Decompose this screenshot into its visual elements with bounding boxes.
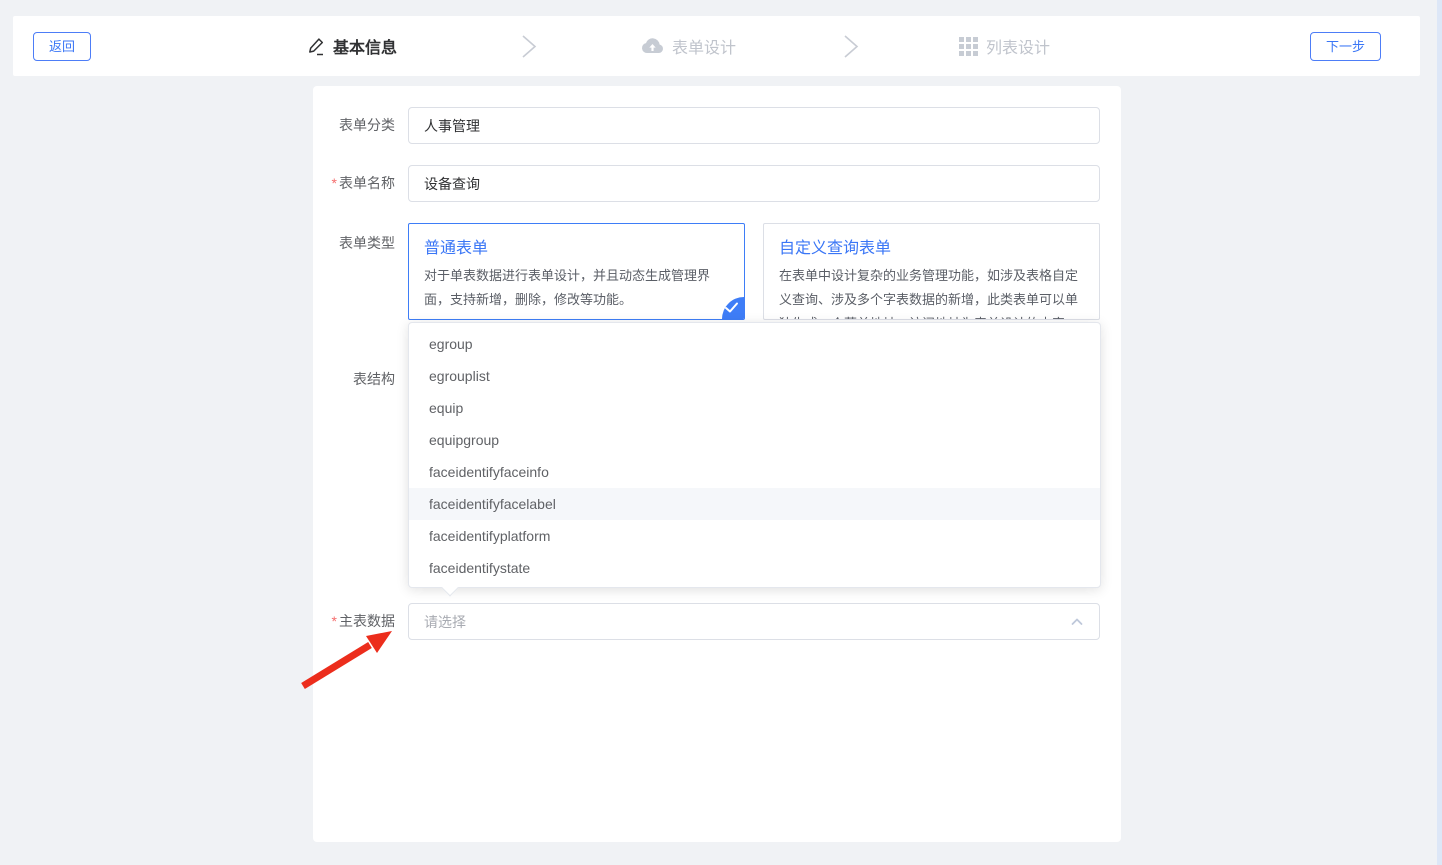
step-basic-info[interactable]: 基本信息 <box>306 16 397 76</box>
chevron-right-icon <box>840 34 862 59</box>
dropdown-option[interactable]: faceidentifyfaceinfo <box>409 456 1100 488</box>
form-type-label: 表单类型 <box>339 235 395 251</box>
dropdown-option-highlighted[interactable]: faceidentifyfacelabel <box>409 488 1100 520</box>
check-icon <box>724 300 739 315</box>
dropdown-option[interactable]: egroup <box>409 328 1100 360</box>
step-list-design[interactable]: 列表设计 <box>959 16 1050 76</box>
wizard-header: 返回 基本信息 表单设计 列表设计 下一步 <box>13 16 1420 76</box>
step-label: 表单设计 <box>672 40 737 57</box>
form-name-input[interactable] <box>408 165 1100 202</box>
form-name-label: * 表单名称 <box>331 175 395 191</box>
card-title: 普通表单 <box>424 240 489 257</box>
cloud-upload-icon <box>641 37 664 55</box>
dropdown-option[interactable]: faceidentifystate <box>409 552 1100 584</box>
step-form-design[interactable]: 表单设计 <box>641 16 736 76</box>
table-structure-label: 表结构 <box>353 371 395 387</box>
dropdown-option[interactable]: faceidentifyplatform <box>409 520 1100 552</box>
form-category-input[interactable] <box>408 107 1100 144</box>
next-step-button[interactable]: 下一步 <box>1309 32 1381 61</box>
main-table-select[interactable]: 请选择 <box>408 603 1100 640</box>
card-description: 对于单表数据进行表单设计，并且动态生成管理界面，支持新增，删除，修改等功能。 <box>424 268 711 307</box>
required-asterisk: * <box>331 175 337 191</box>
select-placeholder: 请选择 <box>424 613 466 630</box>
back-button[interactable]: 返回 <box>33 32 92 61</box>
chevron-right-icon <box>518 34 540 59</box>
form-category-label: 表单分类 <box>339 117 395 133</box>
grid-icon <box>959 36 978 56</box>
page-scrollbar[interactable] <box>1437 0 1442 865</box>
main-table-label: * 主表数据 <box>331 613 395 629</box>
step-label: 列表设计 <box>986 40 1051 57</box>
card-title: 自定义查询表单 <box>779 240 892 257</box>
form-type-card-custom-query[interactable]: 自定义查询表单 在表单中设计复杂的业务管理功能，如涉及表格自定义查询、涉及多个字… <box>763 223 1100 320</box>
dropdown-option[interactable]: equipgroup <box>409 424 1100 456</box>
required-asterisk: * <box>331 613 337 629</box>
form-type-card-normal[interactable]: 普通表单 对于单表数据进行表单设计，并且动态生成管理界面，支持新增，删除，修改等… <box>408 223 745 320</box>
edit-icon <box>306 37 325 56</box>
dropdown-option[interactable]: egrouplist <box>409 360 1100 392</box>
chevron-up-icon <box>1070 615 1084 629</box>
card-description: 在表单中设计复杂的业务管理功能，如涉及表格自定义查询、涉及多个字表数据的新增，此… <box>779 268 1079 319</box>
dropdown-option[interactable]: equip <box>409 392 1100 424</box>
main-table-dropdown: egroup egrouplist equip equipgroup facei… <box>408 322 1101 588</box>
step-label: 基本信息 <box>333 40 398 57</box>
